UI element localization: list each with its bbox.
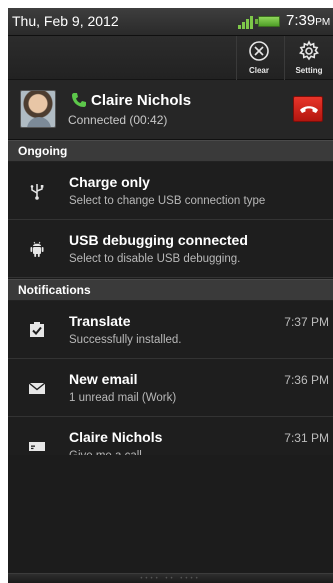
- status-time-ampm: PM: [315, 17, 331, 28]
- item-title: Translate: [69, 313, 131, 329]
- mail-icon: [28, 382, 46, 394]
- settings-label: Setting: [295, 66, 323, 75]
- status-time-value: 7:39: [286, 12, 316, 29]
- list-item[interactable]: USB debugging connected Select to disabl…: [8, 220, 333, 278]
- signal-icon: [238, 15, 254, 29]
- status-date: Thu, Feb 9, 2012: [12, 13, 119, 29]
- handle-grip-icon: •••• •• ••••: [140, 576, 201, 582]
- settings-button[interactable]: Setting: [287, 36, 331, 80]
- list-item[interactable]: New email 1 unread mail (Work) 7:36 PM: [8, 359, 333, 417]
- item-time: 7:31 PM: [284, 431, 329, 445]
- item-title: Charge only: [69, 174, 150, 190]
- caller-name: Claire Nichols: [91, 92, 192, 109]
- item-title: New email: [69, 371, 138, 387]
- item-time: 7:37 PM: [284, 315, 329, 329]
- sms-icon: [29, 442, 45, 451]
- divider: [284, 36, 285, 80]
- notifications-section-header: Notifications: [8, 279, 333, 301]
- quick-actions-bar: Clear Setting: [8, 36, 333, 80]
- drag-handle[interactable]: •••• •• ••••: [8, 573, 333, 583]
- item-subtitle: 1 unread mail (Work): [69, 392, 177, 404]
- checkbox-icon: [30, 322, 44, 337]
- clear-icon: [249, 41, 269, 61]
- avatar: [20, 90, 56, 128]
- item-title: USB debugging connected: [69, 232, 248, 248]
- android-debug-icon: [30, 241, 44, 257]
- list-item[interactable]: Charge only Select to change USB connect…: [8, 162, 333, 220]
- item-title: Claire Nichols: [69, 429, 163, 445]
- battery-icon: [255, 16, 280, 27]
- notification-shade: Thu, Feb 9, 2012 7:39PM Clear Setting Cl…: [8, 8, 333, 583]
- item-subtitle: Select to disable USB debugging.: [69, 253, 241, 265]
- item-subtitle: Select to change USB connection type: [69, 195, 266, 207]
- hang-up-icon: [300, 106, 318, 113]
- ongoing-call-row[interactable]: Claire Nichols Connected (00:42): [8, 80, 333, 140]
- status-bar: Thu, Feb 9, 2012 7:39PM: [8, 8, 333, 36]
- gear-icon: [299, 40, 319, 61]
- phone-call-icon: [72, 93, 86, 107]
- hang-up-button[interactable]: [293, 96, 323, 122]
- item-time: 7:36 PM: [284, 373, 329, 387]
- usb-icon: [30, 184, 44, 200]
- status-time: 7:39PM: [286, 12, 330, 29]
- item-subtitle: Successfully installed.: [69, 334, 182, 346]
- ongoing-section-header: Ongoing: [8, 140, 333, 162]
- empty-area: [8, 455, 333, 573]
- call-status: Connected (00:42): [68, 113, 168, 127]
- clear-button[interactable]: Clear: [237, 36, 281, 80]
- clear-label: Clear: [248, 66, 269, 75]
- list-item[interactable]: Translate Successfully installed. 7:37 P…: [8, 301, 333, 359]
